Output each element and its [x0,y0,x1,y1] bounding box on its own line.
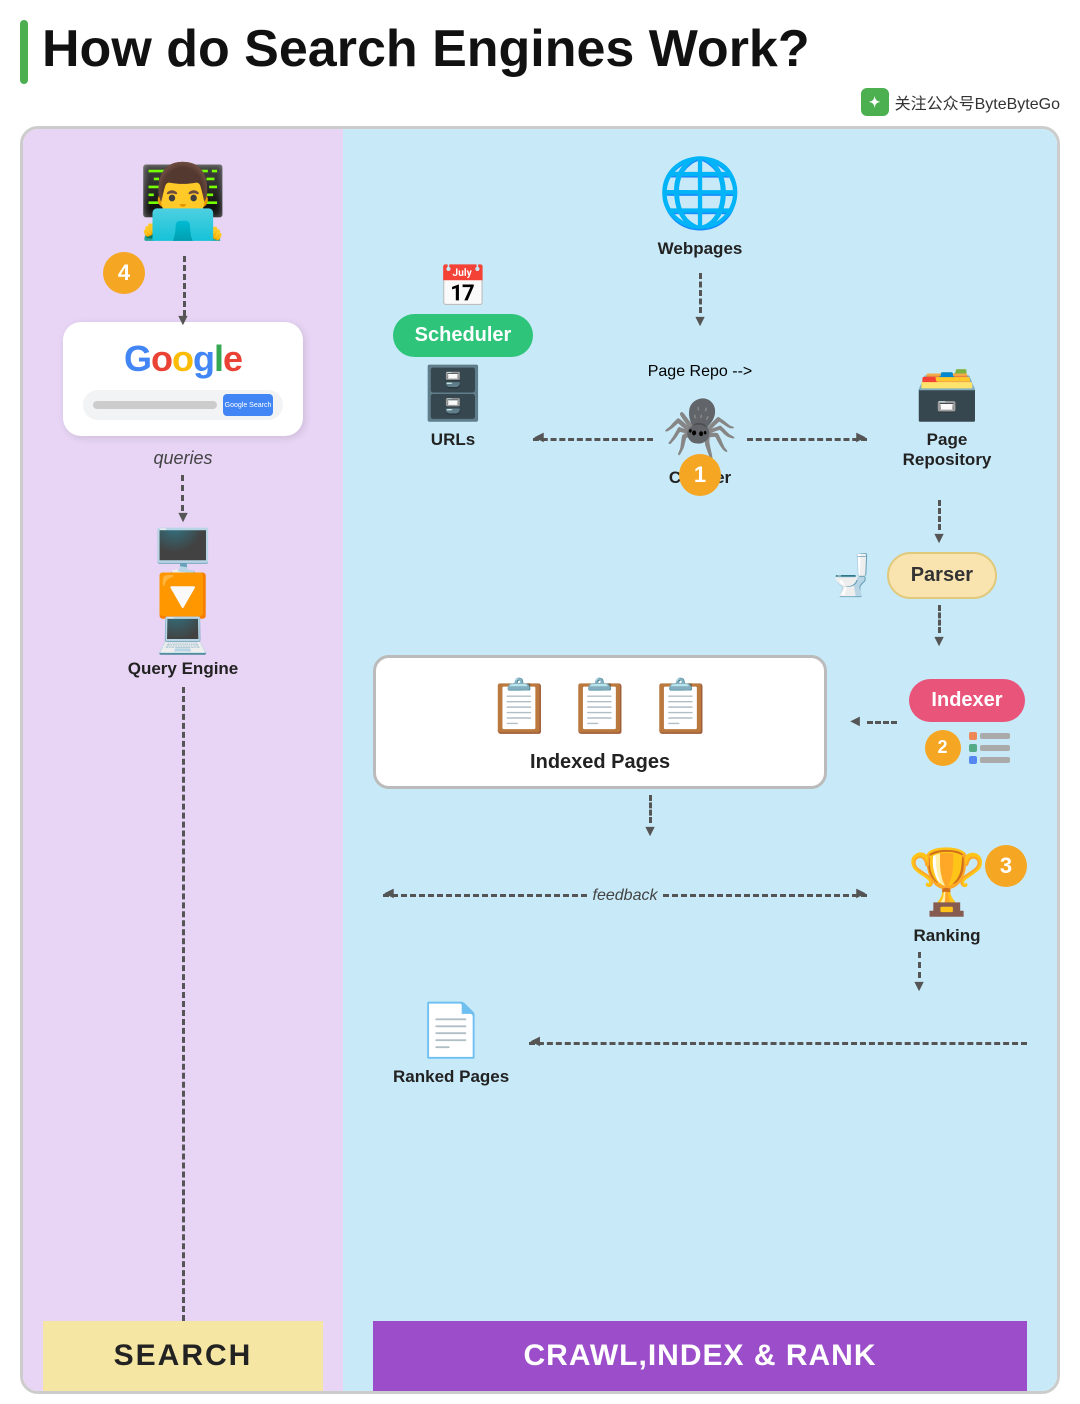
google-search-box: Google Google Search [63,322,303,436]
query-engine-label: Query Engine [128,659,239,679]
left-panel: 👨‍💻 4 ▼ Google Google Search [23,129,343,1391]
google-search-bar: Google Search [83,390,283,420]
search-input-line [93,401,217,409]
page-repository-label: PageRepository [903,430,992,470]
user-icon: 👨‍💻 [138,159,228,244]
user-node: 👨‍💻 [138,159,228,244]
right-panel: 🌐 Webpages 📅 Scheduler ▼ [343,129,1057,1391]
webpages-label: Webpages [658,239,743,259]
ranked-pages-label: Ranked Pages [393,1067,509,1087]
scheduler-node: Scheduler [393,314,534,357]
right-footer: CRAWL,INDEX & RANK [373,1321,1027,1391]
urls-label: URLs [431,430,475,450]
diagram-container: 👨‍💻 4 ▼ Google Google Search [20,126,1060,1394]
indexed-pages-label: Indexed Pages [530,751,670,774]
ranking-label: Ranking [913,926,980,946]
logo-icon: ✦ [861,88,889,116]
step4-badge: 4 [103,252,145,294]
indexed-pages-box: 📋 📋 📋 Indexed Pages [373,655,827,789]
step1-badge: 1 [679,454,721,496]
queries-label: queries [153,448,212,469]
webpages-node: 🌐 Webpages [658,153,743,259]
page-repository-node: 🗃️ PageRepository [867,363,1027,470]
crawler-node: 🕷️ Crawler 1 [663,391,738,488]
feedback-label: feedback [593,887,658,905]
indexer-node: Indexer [909,679,1024,722]
left-footer: SEARCH [43,1321,323,1391]
left-content: 👨‍💻 4 ▼ Google Google Search [43,159,323,1321]
query-engine-node: 🖥️ 🔽 💻 Query Engine [128,531,239,679]
main-title: How do Search Engines Work? [42,21,810,78]
step3-badge: 3 [985,845,1027,887]
indexed-pages-icons: 📋 📋 📋 [487,676,713,737]
google-search-btn: Google Search [223,394,273,416]
title-bar [20,20,28,84]
google-text: Google [83,338,283,380]
urls-node: 🗄️ URLs [373,363,533,450]
ranked-pages-node: 📄 Ranked Pages [393,1000,509,1087]
parser-node: Parser [887,552,997,599]
bytebygo-logo: ✦ 关注公众号ByteByteGo [20,88,1060,116]
logo-text: 关注公众号ByteByteGo [895,90,1060,114]
ranking-node: 🏆 Ranking 3 [867,845,1027,946]
step2-badge: 2 [925,730,961,766]
